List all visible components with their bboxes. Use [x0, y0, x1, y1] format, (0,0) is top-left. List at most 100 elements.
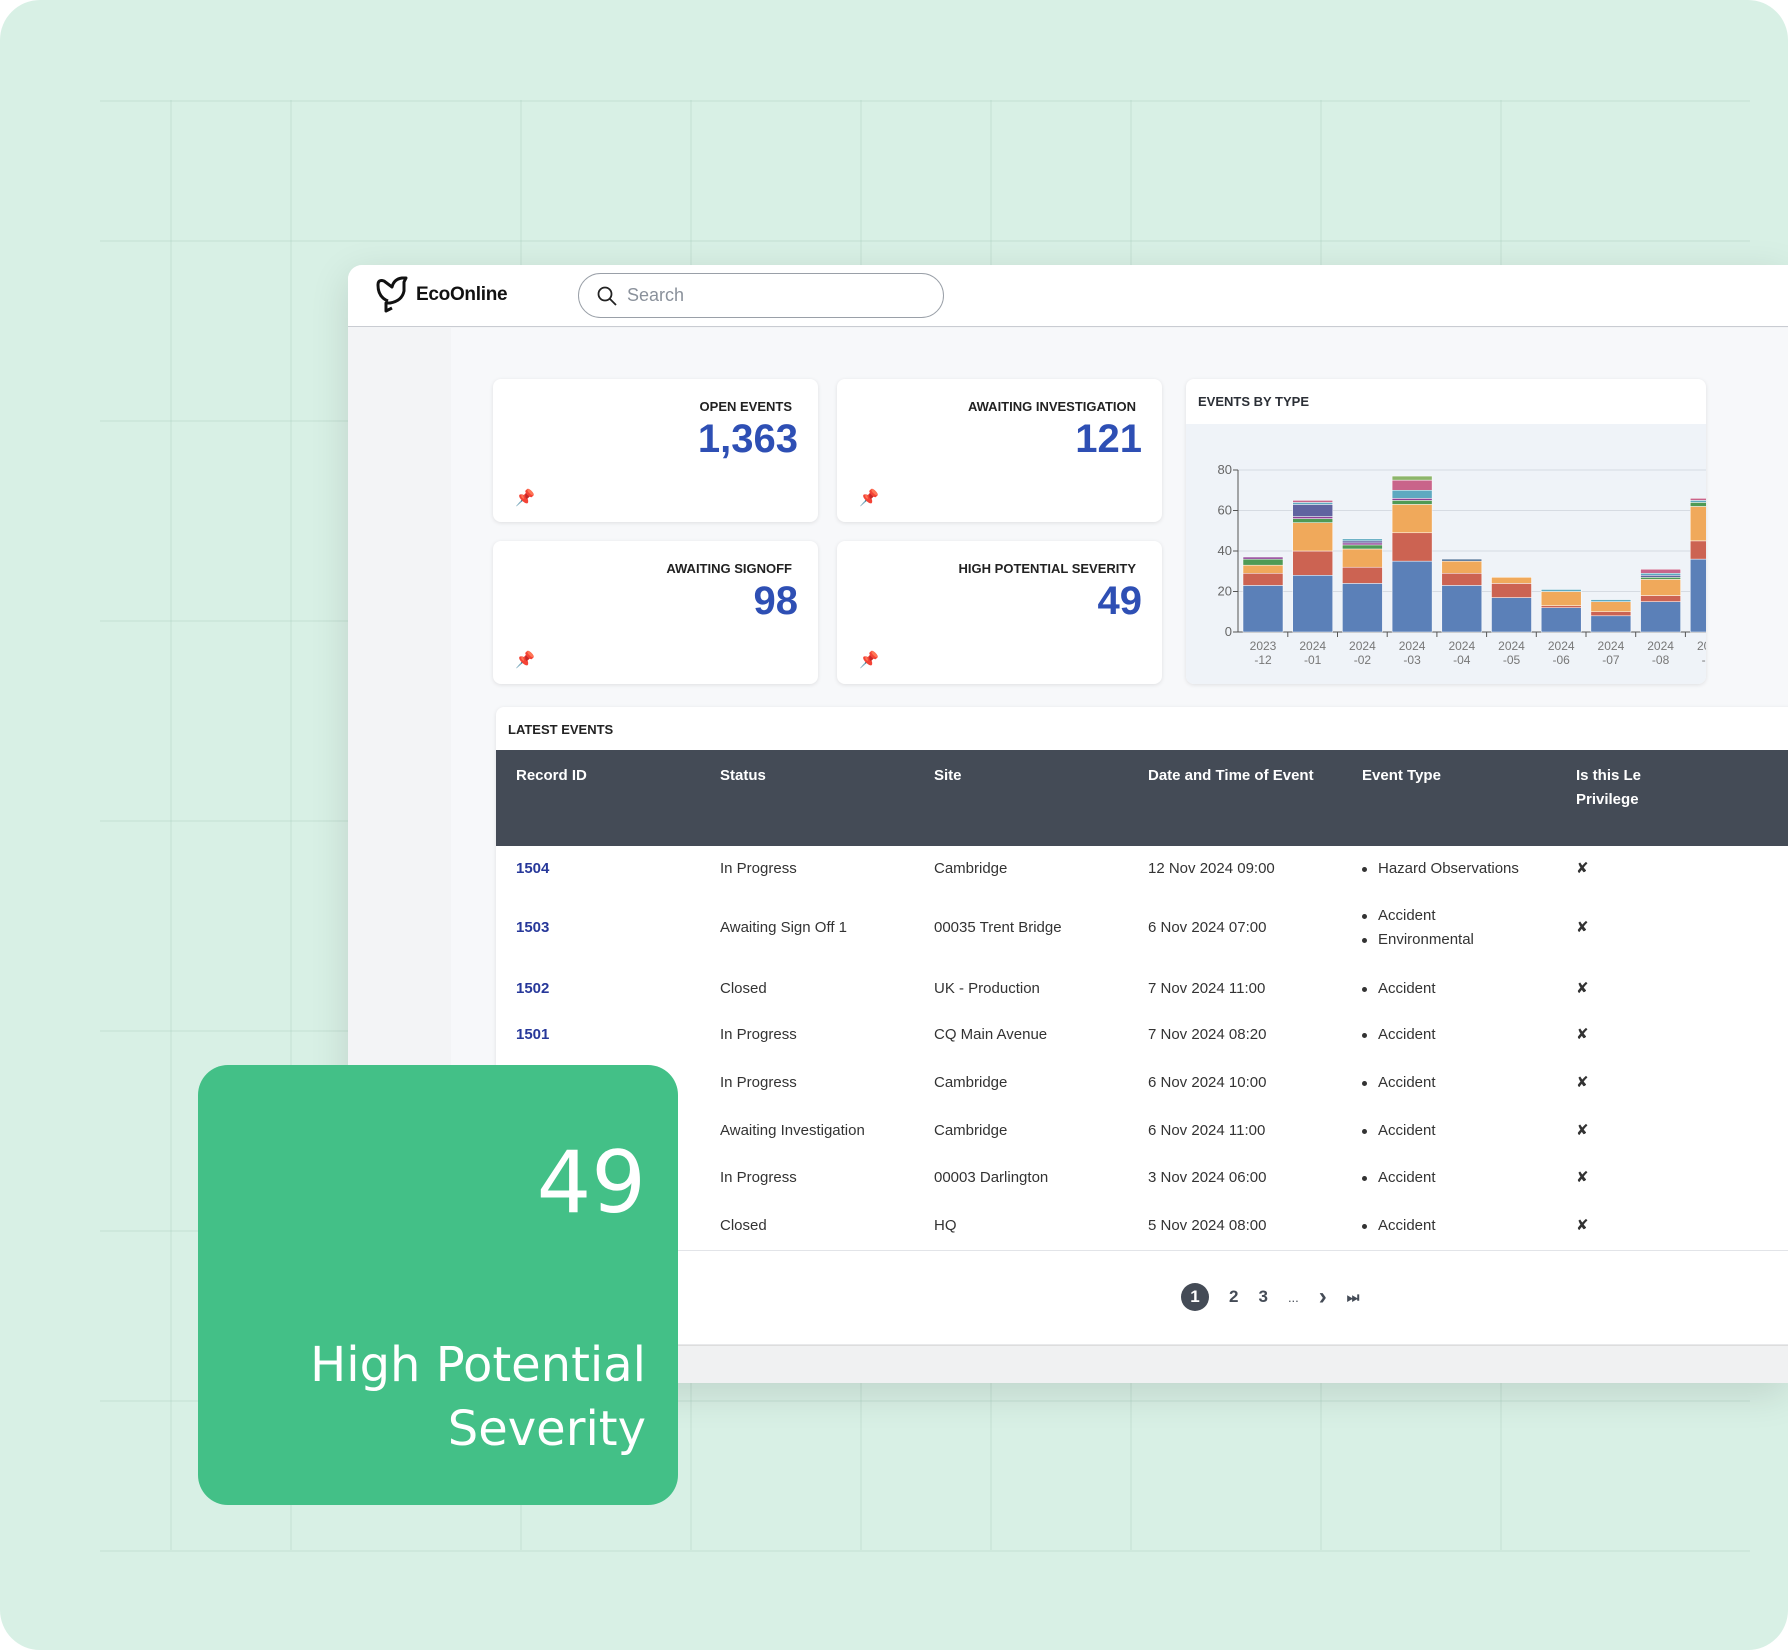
x-tick-label: -08	[1652, 653, 1670, 667]
column-header[interactable]: Date and Time of Event	[1148, 764, 1314, 788]
bar-segment	[1590, 611, 1632, 617]
bar-segment	[1690, 558, 1706, 633]
cross-icon: ✘	[1576, 1122, 1589, 1139]
bar-segment	[1540, 607, 1582, 633]
date-cell: 6 Nov 2024 11:00	[1148, 1122, 1266, 1139]
latest-events-card: LATEST EVENTS Record ID Status Site Date an…	[496, 707, 1788, 1344]
bar-segment	[1690, 506, 1706, 542]
date-cell: 3 Nov 2024 06:00	[1148, 1169, 1267, 1186]
x-tick-label: -09	[1702, 653, 1706, 667]
event-type-item: Environmental	[1358, 928, 1474, 952]
bar-segment	[1441, 573, 1483, 586]
search-box[interactable]	[578, 273, 944, 318]
pin-icon[interactable]: 📌	[515, 488, 535, 508]
event-type-list: Accident	[1358, 1214, 1436, 1238]
grid-line	[100, 1550, 1750, 1552]
bar-segment	[1342, 540, 1383, 544]
x-tick-label: -06	[1553, 653, 1571, 667]
bar-segment	[1242, 564, 1284, 574]
event-type-list: Accident	[1358, 1071, 1436, 1095]
cross-icon: ✘	[1576, 1026, 1589, 1043]
event-type-item: Accident	[1358, 1071, 1436, 1095]
bar-segment	[1342, 542, 1383, 546]
x-tick-label: 2024	[1498, 639, 1525, 653]
status-cell: In Progress	[720, 860, 797, 877]
x-tick-label: 2023	[1250, 639, 1277, 653]
bar-segment	[1292, 575, 1333, 633]
bar-segment	[1292, 502, 1333, 505]
events-by-type-card: EVENTS BY TYPE 0 20 40 60 80 2023 -12 2024 -01 20…	[1186, 379, 1706, 684]
page-2-button[interactable]: 2	[1229, 1287, 1238, 1307]
cross-icon: ✘	[1576, 919, 1589, 936]
bar-segment	[1391, 479, 1433, 491]
pin-icon[interactable]: 📌	[859, 650, 879, 670]
date-cell: 7 Nov 2024 08:20	[1148, 1026, 1267, 1043]
cross-icon: ✘	[1576, 980, 1589, 997]
search-input[interactable]	[627, 285, 907, 306]
column-header[interactable]: Event Type	[1362, 764, 1441, 788]
bar-segment	[1242, 573, 1284, 586]
bar-segment	[1640, 595, 1681, 602]
event-type-item: Accident	[1358, 1214, 1436, 1238]
kpi-awaiting-signoff[interactable]: AWAITING SIGNOFF 98 📌	[493, 541, 818, 684]
x-tick-label: -02	[1354, 653, 1372, 667]
bar-segment	[1640, 575, 1681, 578]
bar-segment	[1391, 490, 1433, 499]
x-tick-label: -04	[1453, 653, 1471, 667]
x-tick-label: 2024	[1448, 639, 1475, 653]
kpi-awaiting-investigation[interactable]: AWAITING INVESTIGATION 121 📌	[837, 379, 1162, 522]
kpi-value: 121	[1075, 417, 1142, 461]
bar-segment	[1391, 504, 1433, 534]
divider	[496, 1250, 1788, 1251]
site-cell: Cambridge	[934, 1122, 1008, 1139]
event-type-list: Hazard Observations	[1358, 857, 1519, 881]
pin-icon[interactable]: 📌	[859, 488, 879, 508]
bar-segment	[1342, 548, 1383, 568]
bar-segment	[1491, 583, 1532, 598]
y-tick-label: 40	[1218, 543, 1232, 558]
cross-icon: ✘	[1576, 860, 1589, 877]
table-header: Record ID Status Site Date and Time of Even…	[496, 750, 1788, 846]
x-tick-label: 2024	[1598, 639, 1625, 653]
event-type-list: Accident Environmental	[1358, 904, 1474, 952]
date-cell: 6 Nov 2024 07:00	[1148, 919, 1267, 936]
next-page-icon[interactable]: ›	[1319, 1283, 1327, 1311]
event-type-list: Accident	[1358, 1023, 1436, 1047]
record-id-link[interactable]: 1503	[516, 916, 549, 940]
page-1-button[interactable]: 1	[1181, 1283, 1209, 1311]
kpi-high-potential-severity[interactable]: HIGH POTENTIAL SEVERITY 49 📌	[837, 541, 1162, 684]
bar-segment	[1540, 589, 1582, 592]
column-header[interactable]: Record ID	[516, 764, 587, 788]
page-3-button[interactable]: 3	[1258, 1287, 1267, 1307]
bar-segment	[1590, 601, 1632, 612]
bar-segment	[1690, 498, 1706, 501]
status-cell: Closed	[720, 980, 767, 997]
chart-area: 0 20 40 60 80 2023 -12 2024 -01 2024 -02 2024 -03 202…	[1186, 424, 1706, 684]
column-header[interactable]: Status	[720, 764, 766, 788]
kpi-open-events[interactable]: OPEN EVENTS 1,363 📌	[493, 379, 818, 522]
highlight-label: High Potential Severity	[310, 1337, 646, 1457]
record-id-link[interactable]: 1501	[516, 1023, 549, 1047]
bar-segment	[1391, 532, 1433, 562]
brand-name: EcoOnline	[416, 284, 508, 305]
x-tick-label: -03	[1403, 653, 1421, 667]
event-type-item: Accident	[1358, 1023, 1436, 1047]
record-id-link[interactable]: 1502	[516, 977, 549, 1001]
events-by-type-chart: 0204060802023-122024-012024-022024-03202…	[1218, 462, 1706, 667]
bar-segment	[1342, 538, 1383, 542]
column-header[interactable]: Is this Le Privilege	[1576, 764, 1641, 812]
status-cell: In Progress	[720, 1074, 797, 1091]
x-tick-label: -05	[1503, 653, 1521, 667]
pin-icon[interactable]: 📌	[515, 650, 535, 670]
last-page-icon[interactable]: ⏭	[1347, 1289, 1360, 1306]
x-tick-label: -01	[1304, 653, 1322, 667]
site-cell: 00003 Darlington	[934, 1169, 1049, 1186]
column-header[interactable]: Site	[934, 764, 962, 788]
top-bar: EcoOnline	[348, 265, 1788, 327]
logo[interactable]: EcoOnline	[374, 275, 508, 315]
site-cell: Cambridge	[934, 1074, 1008, 1091]
date-cell: 7 Nov 2024 11:00	[1148, 980, 1266, 997]
grid-line	[170, 100, 172, 1550]
record-id-link[interactable]: 1504	[516, 857, 549, 881]
bar-segment	[1292, 500, 1333, 503]
